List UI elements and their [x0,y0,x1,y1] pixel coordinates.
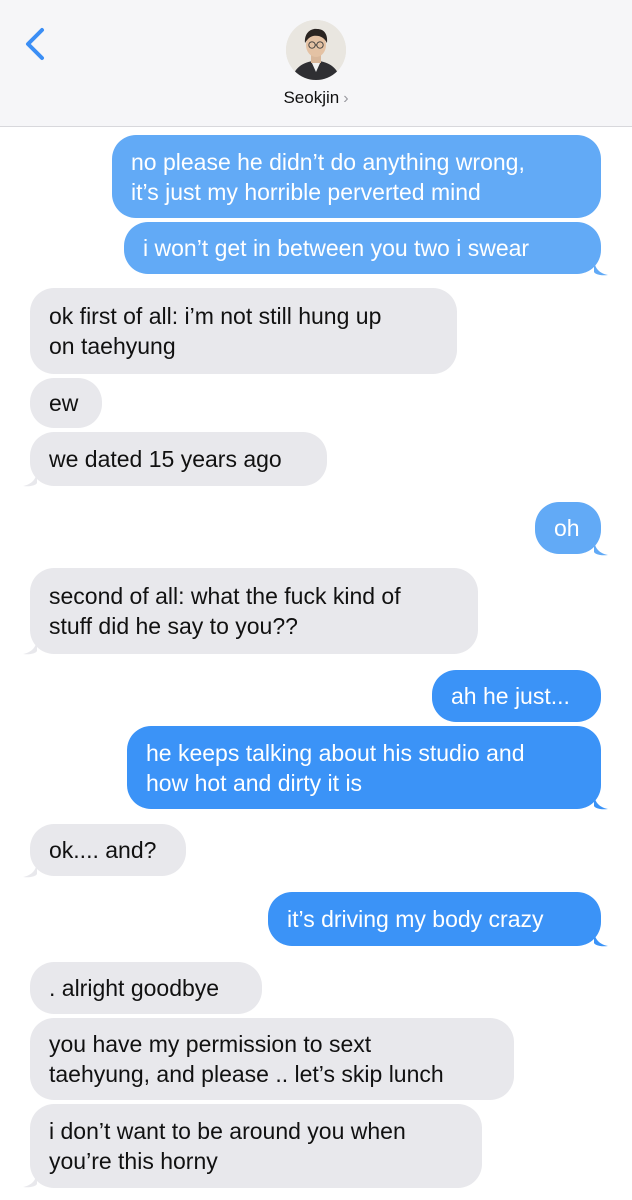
message-text: ah he just... [451,683,570,709]
received-message[interactable]: i don’t want to be around you when you’r… [30,1104,482,1188]
contact-photo [286,20,346,80]
chevron-right-icon: › [343,90,349,107]
received-message[interactable]: ok.... and? [30,824,186,876]
bubble-tail [594,258,608,276]
message-text: you have my permission to sext [49,1031,372,1057]
message-text: no please he didn’t do anything wrong, [131,148,525,175]
sent-message[interactable]: oh [535,502,601,554]
message-text: ok first of all: i’m not still hung up [49,303,382,329]
back-button[interactable] [18,22,58,66]
message-text: we dated 15 years ago [49,446,282,472]
bubble-tail [594,929,608,947]
conversation-header: Seokjin › [0,0,632,127]
received-message[interactable]: you have my permission to sext taehyung,… [30,1018,514,1100]
message-text: ok.... and? [49,837,157,863]
bubble-tail [23,860,37,878]
received-message[interactable]: we dated 15 years ago [30,432,327,486]
message-text: i don’t want to be around you when [49,1118,406,1144]
contact-name-button[interactable]: Seokjin › [0,88,632,108]
message-text: on taehyung [49,333,176,359]
bubble-tail [594,792,608,810]
message-text: how hot and dirty it is [146,769,363,796]
message-text: i won’t get in between you two i swear [143,235,530,261]
bubble-tail [594,538,608,556]
sent-message[interactable]: no please he didn’t do anything wrong, i… [112,135,601,218]
message-text: taehyung, and please .. let’s skip lunch [49,1061,444,1087]
bubble-tail [23,637,37,655]
received-message[interactable]: ew [30,378,102,428]
message-text: he keeps talking about his studio and [146,739,525,766]
bubble-tail [23,469,37,487]
message-text: . alright goodbye [49,975,220,1001]
message-text: it’s just my horrible perverted mind [131,178,481,205]
avatar[interactable] [286,20,346,80]
received-message[interactable]: second of all: what the fuck kind of stu… [30,568,478,654]
received-message[interactable]: ok first of all: i’m not still hung up o… [30,288,457,374]
message-text: second of all: what the fuck kind of [49,583,401,609]
contact-name: Seokjin [283,88,340,107]
sent-message[interactable]: it’s driving my body crazy [268,892,601,946]
message-text: ew [49,390,79,416]
received-message[interactable]: . alright goodbye [30,962,262,1014]
message-text: stuff did he say to you?? [49,613,298,639]
message-text: oh [554,515,580,541]
chevron-left-icon [26,28,44,60]
sent-message[interactable]: he keeps talking about his studio and ho… [127,726,601,809]
sent-message[interactable]: i won’t get in between you two i swear [124,222,601,274]
message-text: you’re this horny [49,1148,218,1174]
bubble-tail [23,1170,37,1188]
message-text: it’s driving my body crazy [287,906,544,932]
sent-message[interactable]: ah he just... [432,670,601,722]
